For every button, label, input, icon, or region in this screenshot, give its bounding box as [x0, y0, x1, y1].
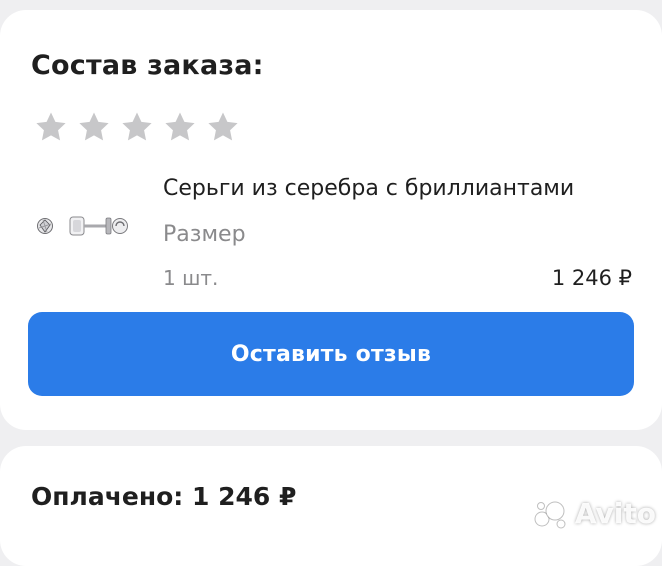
- order-composition-title: Состав заказа:: [31, 50, 264, 81]
- product-name[interactable]: Серьги из серебра с бриллиантами: [163, 176, 574, 201]
- rating-stars[interactable]: [34, 110, 240, 144]
- avito-logo-icon: [533, 499, 569, 529]
- star-5-icon[interactable]: [206, 110, 240, 144]
- leave-review-button[interactable]: Оставить отзыв: [28, 312, 634, 396]
- product-price: 1 246 ₽: [552, 266, 632, 290]
- order-composition-card: Состав заказа:: [0, 10, 662, 430]
- avito-watermark-text: Avito: [575, 497, 656, 530]
- avito-watermark: Avito: [533, 497, 656, 530]
- star-3-icon[interactable]: [120, 110, 154, 144]
- star-4-icon[interactable]: [163, 110, 197, 144]
- product-quantity: 1 шт.: [163, 266, 218, 290]
- product-image[interactable]: [30, 200, 134, 250]
- star-2-icon[interactable]: [77, 110, 111, 144]
- paid-label: Оплачено:: [31, 482, 183, 511]
- paid-amount: 1 246 ₽: [192, 482, 296, 511]
- paid-summary: Оплачено: 1 246 ₽: [31, 482, 296, 511]
- product-size-label: Размер: [163, 222, 246, 247]
- star-1-icon[interactable]: [34, 110, 68, 144]
